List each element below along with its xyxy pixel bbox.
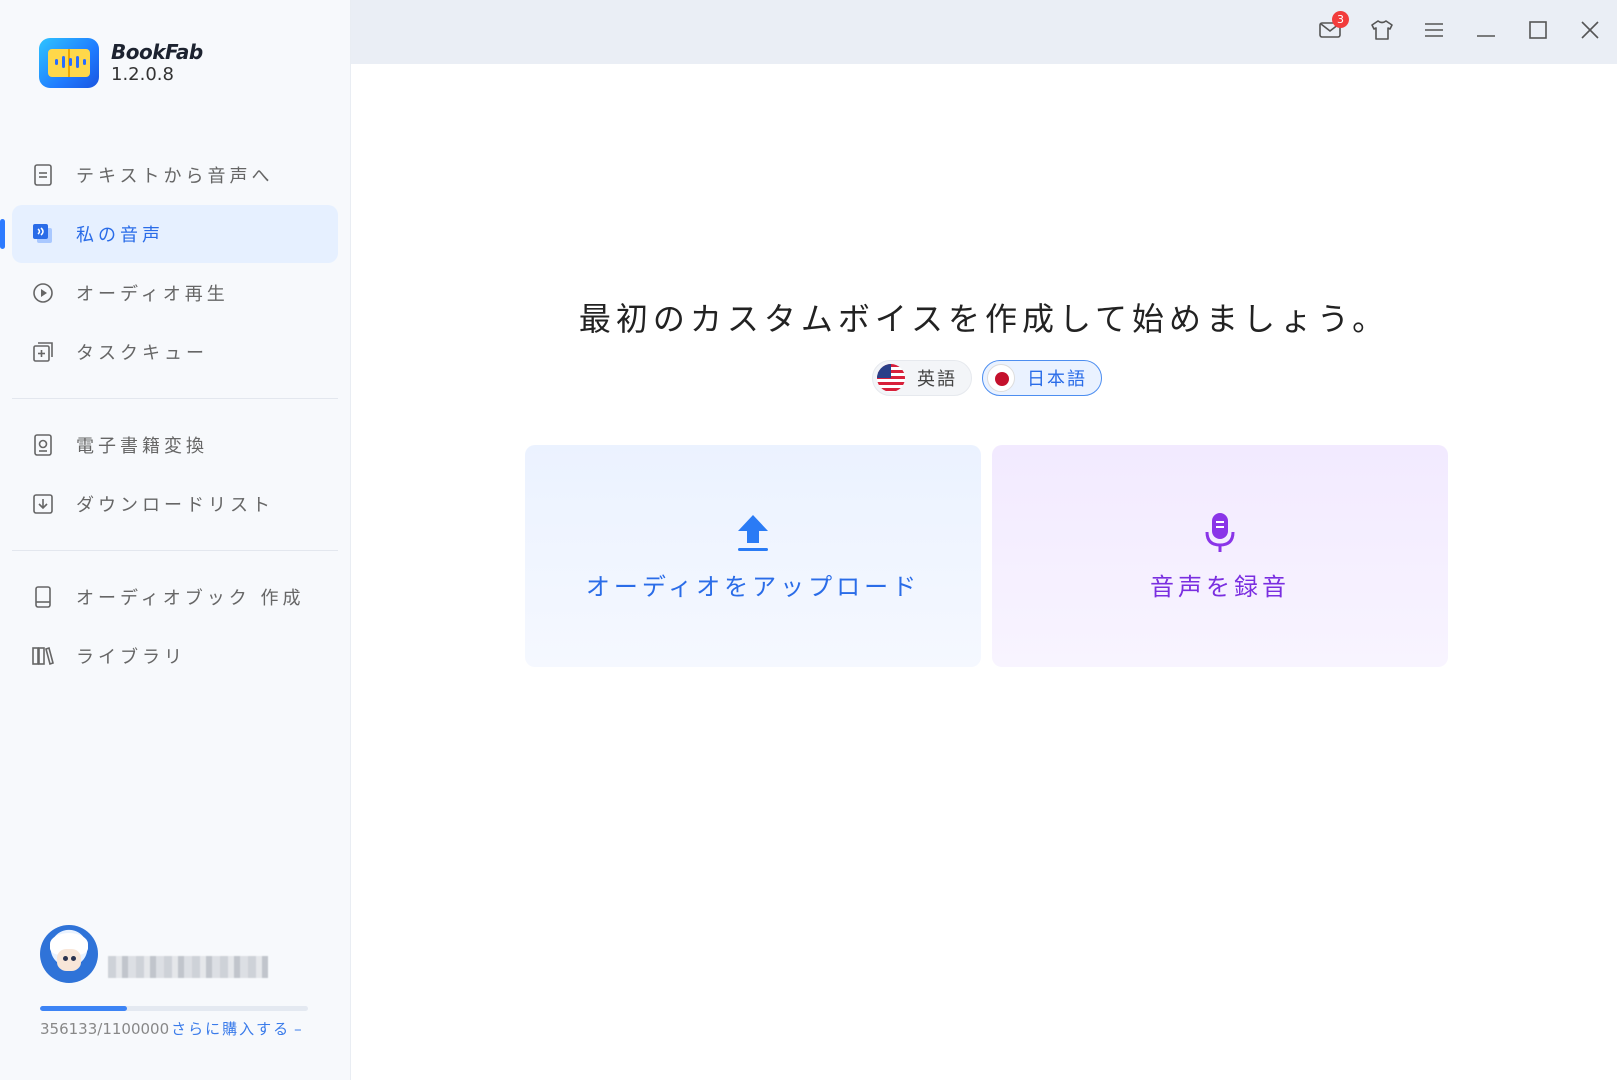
nav-label: テキストから音声へ [76, 166, 274, 187]
minimize-icon [1476, 23, 1496, 42]
language-selector: 英語 日本語 [872, 360, 1102, 396]
brand: BookFab 1.2.0.8 [39, 38, 203, 88]
nav-label: オーディオ再生 [76, 284, 229, 305]
nav-my-voice[interactable]: 私の音声 [0, 205, 338, 263]
queue-icon [32, 341, 54, 363]
lang-option-english[interactable]: 英語 [872, 360, 972, 396]
close-icon [1581, 21, 1599, 43]
nav-label: 電子書籍変換 [76, 436, 208, 457]
microphone-icon [1200, 511, 1240, 555]
title-bar: 3 [351, 0, 1617, 64]
quota-progress-fill [40, 1006, 127, 1011]
record-voice-card[interactable]: 音声を録音 [992, 445, 1448, 667]
play-circle-icon [32, 282, 54, 304]
nav-label: 私の音声 [76, 225, 164, 246]
lang-option-japanese[interactable]: 日本語 [982, 360, 1102, 396]
minimize-button[interactable] [1471, 17, 1501, 47]
book-icon [32, 586, 54, 608]
lang-label: 日本語 [1027, 369, 1087, 390]
quota-info: 356133/1100000 さらに購入する – [40, 1018, 304, 1039]
sidebar: BookFab 1.2.0.8 テキストから音声へ 私の音声 オーディオ再生 タ… [0, 0, 351, 1080]
arrow-icon: – [294, 1020, 304, 1038]
nav-label: オーディオブック 作成 [76, 588, 305, 609]
avatar[interactable] [40, 925, 98, 983]
upload-audio-card[interactable]: オーディオをアップロード [525, 445, 981, 667]
close-button[interactable] [1575, 17, 1605, 47]
app-logo-icon [39, 38, 99, 88]
ebook-icon [32, 434, 54, 456]
skin-button[interactable] [1367, 17, 1397, 47]
maximize-button[interactable] [1523, 17, 1553, 47]
menu-icon [1424, 22, 1444, 42]
jp-flag-icon [987, 364, 1015, 392]
upload-audio-label: オーディオをアップロード [585, 572, 921, 601]
nav-download-list[interactable]: ダウンロードリスト [12, 475, 338, 533]
main-content: 最初のカスタムボイスを作成して始めましょう。 英語 日本語 オーディオをアップロ… [351, 64, 1617, 1080]
nav-audio-playback[interactable]: オーディオ再生 [12, 264, 338, 322]
voice-card-icon [32, 223, 54, 245]
nav-task-queue[interactable]: タスクキュー [12, 323, 338, 381]
nav-label: タスクキュー [76, 343, 208, 364]
nav-divider [12, 550, 338, 551]
nav-ebook-convert[interactable]: 電子書籍変換 [12, 416, 338, 474]
upload-icon [733, 511, 773, 555]
nav-audiobook-create[interactable]: オーディオブック 作成 [12, 568, 338, 626]
record-voice-label: 音声を録音 [1150, 572, 1290, 601]
user-profile[interactable] [40, 925, 268, 983]
nav-label: ライブラリ [76, 647, 186, 668]
mail-button[interactable]: 3 [1315, 11, 1349, 47]
quota-progress-bar [40, 1006, 308, 1011]
shirt-icon [1370, 19, 1394, 45]
library-icon [32, 645, 54, 667]
nav-library[interactable]: ライブラリ [12, 627, 338, 685]
quota-count: 356133/1100000 [40, 1019, 170, 1038]
page-headline: 最初のカスタムボイスを作成して始めましょう。 [578, 300, 1390, 338]
username-pixelated [108, 956, 268, 978]
app-version: 1.2.0.8 [111, 64, 174, 85]
document-icon [32, 164, 54, 186]
menu-button[interactable] [1419, 17, 1449, 47]
sidebar-nav: テキストから音声へ 私の音声 オーディオ再生 タスクキュー 電子書籍変換 ダウン… [0, 146, 338, 686]
download-icon [32, 493, 54, 515]
maximize-icon [1529, 21, 1547, 43]
notification-badge: 3 [1332, 11, 1349, 28]
nav-divider [12, 398, 338, 399]
nav-text-to-speech[interactable]: テキストから音声へ [12, 146, 338, 204]
nav-label: ダウンロードリスト [76, 495, 274, 516]
us-flag-icon [877, 364, 905, 392]
app-name: BookFab [111, 40, 203, 64]
lang-label: 英語 [917, 369, 957, 390]
buy-more-link[interactable]: さらに購入する – [171, 1018, 304, 1039]
